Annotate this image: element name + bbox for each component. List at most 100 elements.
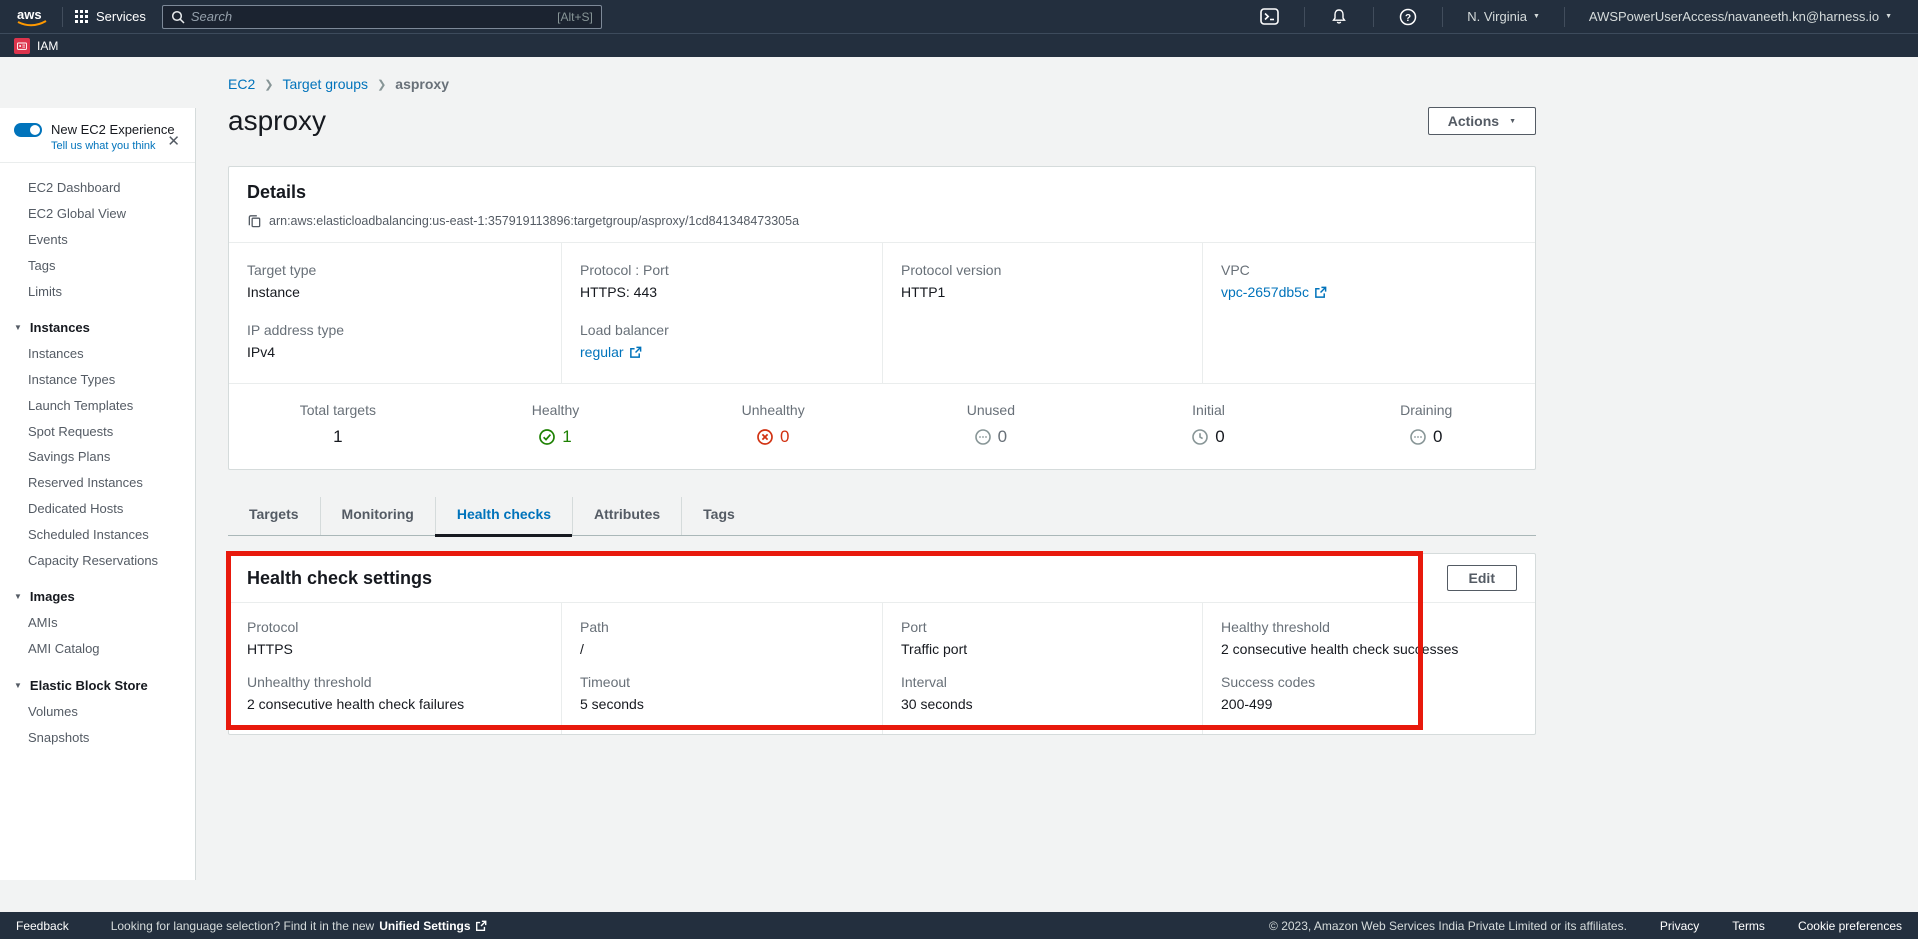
health-check-settings-panel: Health check settings Edit Protocol HTTP…	[228, 553, 1536, 735]
sidebar-item-ec2-global-view[interactable]: EC2 Global View	[0, 201, 195, 227]
edit-button[interactable]: Edit	[1447, 565, 1517, 591]
unified-settings-link[interactable]: Unified Settings	[379, 919, 486, 933]
field-hc-protocol: Protocol HTTPS	[247, 619, 543, 657]
aws-logo[interactable]: aws	[14, 5, 50, 29]
global-search[interactable]: [Alt+S]	[162, 5, 602, 29]
sidebar-item-volumes[interactable]: Volumes	[0, 699, 195, 725]
top-navigation-bar: aws Services [Alt+S]	[0, 0, 1918, 33]
sidebar-item-scheduled-instances[interactable]: Scheduled Instances	[0, 521, 195, 547]
help-button[interactable]: ?	[1386, 8, 1430, 26]
divider	[62, 7, 63, 27]
load-balancer-link[interactable]: regular	[580, 344, 642, 360]
breadcrumb-ec2[interactable]: EC2	[228, 76, 255, 92]
divider	[1304, 7, 1305, 27]
sidebar-item-snapshots[interactable]: Snapshots	[0, 724, 195, 750]
tab-bar: Targets Monitoring Health checks Attribu…	[228, 497, 1536, 536]
notifications-button[interactable]	[1317, 8, 1361, 25]
region-selector[interactable]: N. Virginia ▼	[1455, 9, 1552, 24]
stat-healthy: Healthy 1	[447, 397, 665, 447]
sidebar-item-instance-types[interactable]: Instance Types	[0, 367, 195, 393]
sidebar-item-amis[interactable]: AMIs	[0, 610, 195, 636]
copy-arn-button[interactable]	[247, 213, 262, 228]
health-check-settings-title: Health check settings	[247, 568, 432, 589]
breadcrumb-target-groups[interactable]: Target groups	[282, 76, 368, 92]
feedback-link[interactable]: Feedback	[16, 919, 69, 933]
stat-draining: Draining 0	[1317, 397, 1535, 447]
sidebar-section-ebs[interactable]: ▼ Elastic Block Store	[0, 672, 195, 699]
sidebar-section-images[interactable]: ▼ Images	[0, 583, 195, 610]
dots-circle-icon	[1410, 429, 1426, 445]
triangle-down-icon: ▼	[14, 323, 22, 332]
sidebar: New EC2 Experience Tell us what you thin…	[0, 57, 196, 912]
sidebar-section-instances[interactable]: ▼ Instances	[0, 314, 195, 341]
chevron-down-icon: ▼	[1509, 118, 1516, 125]
sidebar-item-spot-requests[interactable]: Spot Requests	[0, 418, 195, 444]
field-unhealthy-threshold: Unhealthy threshold 2 consecutive health…	[247, 674, 543, 712]
tab-monitoring[interactable]: Monitoring	[320, 497, 435, 535]
details-panel: Details arn:aws:elasticloadbalancing:us-…	[228, 166, 1536, 470]
divider	[1442, 7, 1443, 27]
sidebar-item-savings-plans[interactable]: Savings Plans	[0, 444, 195, 470]
stat-unused: Unused 0	[882, 397, 1100, 447]
field-interval: Interval 30 seconds	[901, 674, 1184, 712]
sidebar-item-launch-templates[interactable]: Launch Templates	[0, 392, 195, 418]
favorites-bar: IAM	[0, 33, 1918, 57]
target-group-arn: arn:aws:elasticloadbalancing:us-east-1:3…	[269, 214, 799, 228]
sidebar-item-capacity-reservations[interactable]: Capacity Reservations	[0, 547, 195, 573]
tab-attributes[interactable]: Attributes	[572, 497, 681, 535]
triangle-down-icon: ▼	[14, 681, 22, 690]
dots-circle-icon	[975, 429, 991, 445]
sidebar-item-ami-catalog[interactable]: AMI Catalog	[0, 636, 195, 662]
sidebar-item-dedicated-hosts[interactable]: Dedicated Hosts	[0, 496, 195, 522]
field-protocol-version: Protocol version HTTP1	[901, 262, 1184, 300]
breadcrumb: EC2 ❯ Target groups ❯ asproxy	[228, 76, 1918, 92]
target-counts-row: Total targets 1 Healthy 1 Unhealthy	[229, 383, 1535, 469]
field-protocol-port: Protocol : Port HTTPS: 443	[580, 262, 864, 300]
chevron-down-icon: ▼	[1533, 13, 1540, 20]
terms-link[interactable]: Terms	[1732, 919, 1765, 933]
main-content: EC2 ❯ Target groups ❯ asproxy asproxy Ac…	[196, 57, 1918, 912]
sidebar-item-ec2-dashboard[interactable]: EC2 Dashboard	[0, 175, 195, 201]
close-icon[interactable]: ✕	[167, 134, 180, 149]
tab-tags[interactable]: Tags	[681, 497, 756, 535]
field-target-type: Target type Instance	[247, 262, 543, 300]
cookie-preferences-link[interactable]: Cookie preferences	[1798, 919, 1902, 933]
tab-targets[interactable]: Targets	[228, 497, 320, 535]
favorite-iam[interactable]: IAM	[14, 38, 58, 54]
vpc-link[interactable]: vpc-2657db5c	[1221, 284, 1327, 300]
region-label: N. Virginia	[1467, 9, 1527, 24]
new-experience-block: New EC2 Experience Tell us what you thin…	[0, 108, 195, 163]
copyright-text: © 2023, Amazon Web Services India Privat…	[1269, 919, 1627, 933]
services-menu-button[interactable]: Services	[75, 9, 146, 24]
grid-icon	[75, 10, 88, 23]
cloudshell-button[interactable]	[1247, 8, 1292, 25]
question-circle-icon: ?	[1399, 8, 1417, 26]
new-experience-toggle[interactable]	[14, 123, 42, 137]
sidebar-item-reserved-instances[interactable]: Reserved Instances	[0, 470, 195, 496]
bell-icon	[1330, 8, 1348, 25]
tab-health-checks[interactable]: Health checks	[435, 497, 572, 535]
favorite-iam-label: IAM	[37, 39, 58, 53]
sidebar-item-tags[interactable]: Tags	[0, 252, 195, 278]
sidebar-item-events[interactable]: Events	[0, 227, 195, 253]
cloudshell-icon	[1260, 8, 1279, 25]
account-menu[interactable]: AWSPowerUserAccess/navaneeth.kn@harness.…	[1577, 9, 1904, 24]
privacy-link[interactable]: Privacy	[1660, 919, 1699, 933]
actions-button[interactable]: Actions ▼	[1428, 107, 1536, 135]
stat-total-targets: Total targets 1	[229, 397, 447, 447]
breadcrumb-separator-icon: ❯	[377, 78, 386, 91]
sidebar-item-limits[interactable]: Limits	[0, 278, 195, 304]
sidebar-item-instances[interactable]: Instances	[0, 341, 195, 367]
search-icon	[171, 10, 185, 24]
sidebar-nav: EC2 Dashboard EC2 Global View Events Tag…	[0, 163, 195, 750]
field-hc-port: Port Traffic port	[901, 619, 1184, 657]
triangle-down-icon: ▼	[14, 592, 22, 601]
field-timeout: Timeout 5 seconds	[580, 674, 864, 712]
field-vpc: VPC vpc-2657db5c	[1221, 262, 1517, 300]
aws-logo-icon: aws	[14, 5, 50, 29]
tell-us-link[interactable]: Tell us what you think	[51, 140, 181, 152]
search-input[interactable]	[191, 9, 551, 24]
chevron-down-icon: ▼	[1885, 13, 1892, 20]
field-load-balancer: Load balancer regular	[580, 322, 864, 360]
services-label: Services	[96, 9, 146, 24]
